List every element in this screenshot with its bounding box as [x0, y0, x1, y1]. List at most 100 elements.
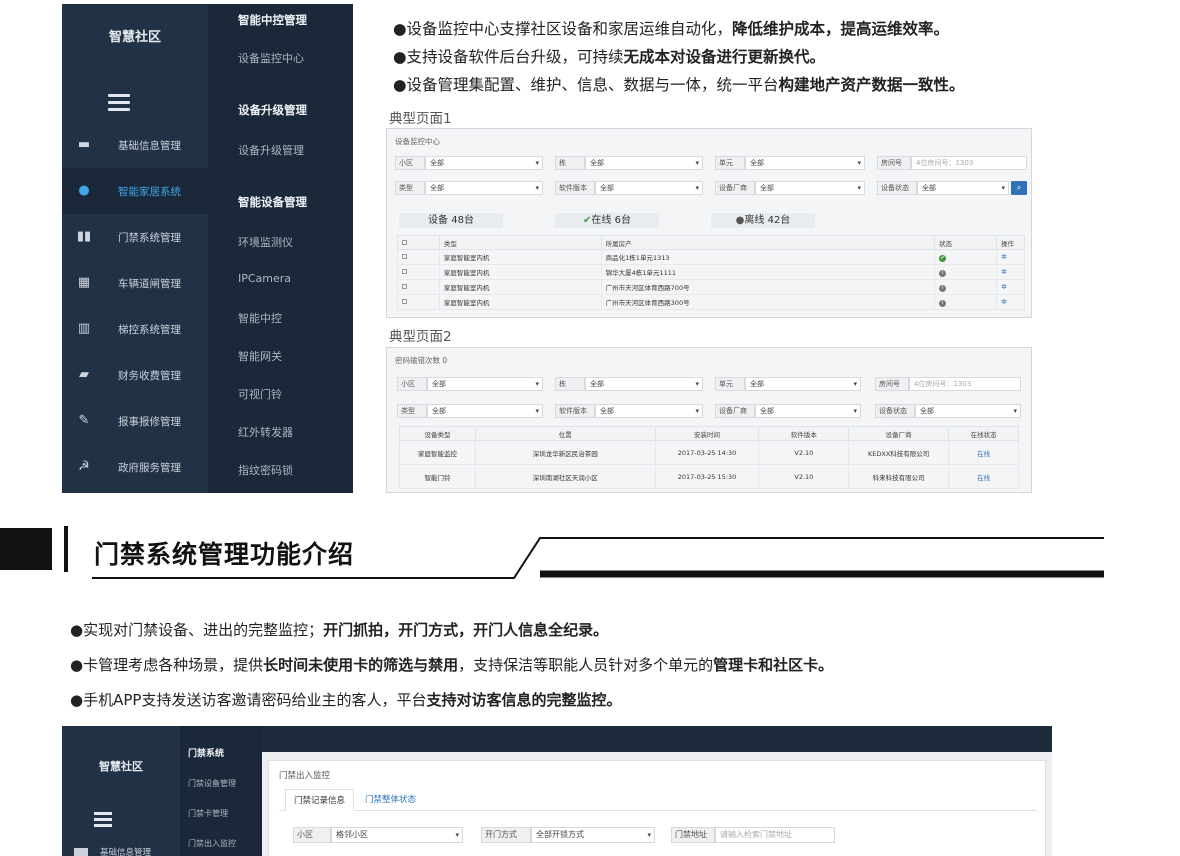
gear-icon[interactable]: ✲: [1001, 253, 1007, 261]
table-row: 家庭智能室内机 锦华大厦4栋1单元1111 i ✲: [397, 264, 1025, 280]
sidebar-item[interactable]: ▦ 车辆道闸管理: [62, 260, 208, 306]
sidebar-item-access-monitor[interactable]: 门禁出入监控: [188, 838, 236, 849]
sidebar-subitem[interactable]: 设备升级管理: [238, 142, 304, 158]
sidebar-section-title: 智能中控管理: [238, 13, 307, 27]
status-select[interactable]: 全部: [915, 404, 1021, 418]
vendor-select[interactable]: 全部: [755, 181, 865, 195]
building-select[interactable]: 全部: [585, 377, 703, 391]
cell-type: 家庭智能室内机: [438, 264, 602, 280]
software-version-select[interactable]: 全部: [595, 181, 703, 195]
sidebar-item-card-manage[interactable]: 门禁卡管理: [188, 808, 228, 819]
filter-label: 设备厂商: [715, 404, 755, 418]
table-row: 智能门铃 深圳南湖社区天润小区 2017-03-25 15:30 V2.10 科来科技有…: [399, 464, 1019, 489]
device-location-table: 设备类型 位置 安装时间 软件版本 设备厂商 在线状态 家庭智能监控 深圳龙华新区…: [399, 426, 1019, 489]
sidebar-subitem[interactable]: 红外转发器: [238, 424, 293, 440]
door-icon: ▮▮: [76, 229, 92, 244]
column-header: 位置: [474, 426, 656, 441]
brand-title: 智慧社区: [108, 30, 161, 45]
row-checkbox[interactable]: [402, 269, 407, 274]
sidebar-item-label: 政府服务管理: [118, 461, 181, 474]
software-version-select[interactable]: 全部: [595, 404, 703, 418]
row-checkbox[interactable]: [402, 284, 407, 289]
building-select[interactable]: 全部: [585, 156, 703, 170]
sidebar-item[interactable]: ▬ 基础信息管理: [62, 122, 208, 168]
community-select[interactable]: 全部: [427, 377, 543, 391]
cell-property: 广州市天河区体育西路700号: [600, 279, 936, 295]
cell-status: ✔: [934, 249, 997, 265]
table-cell: 家庭智能监控: [399, 440, 476, 465]
table-cell: 深圳龙华新区民治茶园: [474, 440, 656, 465]
select-all-checkbox[interactable]: [402, 239, 407, 245]
heading-divider: [92, 537, 1104, 579]
unit-select[interactable]: 全部: [745, 156, 865, 170]
filter-label: 房间号: [877, 156, 911, 170]
sidebar-subitem[interactable]: 智能中控: [238, 310, 282, 326]
page2-caption: 典型页面2: [389, 329, 452, 345]
door-address-input[interactable]: 请输入检索门禁地址: [715, 827, 835, 843]
column-header: 安装时间: [654, 426, 760, 441]
menu-icon[interactable]: [108, 94, 130, 112]
column-header: 状态: [934, 235, 997, 250]
column-header: 设备厂商: [848, 426, 950, 441]
column-header: 在线状态: [948, 426, 1019, 441]
page1-screenshot: 设备监控中心 小区 全部 栋 全部 单元 全部 房间号 4位房间号：1303 类…: [386, 128, 1032, 318]
row-checkbox[interactable]: [402, 299, 407, 304]
sidebar-section-title: 门禁系统: [188, 749, 225, 759]
type-select[interactable]: 全部: [425, 181, 543, 195]
column-header: 操作: [996, 235, 1025, 250]
tab-access-records[interactable]: 门禁记录信息: [285, 789, 355, 811]
filter-label: 栋: [555, 377, 585, 391]
gear-icon[interactable]: ✲: [1001, 298, 1007, 306]
column-header: 类型: [438, 235, 602, 250]
sidebar-item[interactable]: ▰ 财务收费管理: [62, 352, 208, 398]
online-status-icon: ✔: [939, 254, 947, 262]
vendor-select[interactable]: 全部: [755, 404, 861, 418]
table-cell[interactable]: 在线: [948, 464, 1019, 489]
access-control-screenshot: 智慧社区 基础信息管理 门禁系统 门禁设备管理 门禁卡管理 门禁出入监控 门禁出…: [62, 726, 1052, 856]
filter-label: 单元: [715, 377, 745, 391]
offline-devices-stat: ●离线 42台: [711, 213, 815, 228]
sidebar-subitem[interactable]: 智能网关: [238, 348, 282, 364]
sidebar-item-basic-info[interactable]: 基础信息管理: [74, 846, 151, 856]
wallet-icon: ▰: [79, 367, 89, 382]
search-icon[interactable]: ⌕: [1011, 181, 1027, 195]
menu-icon[interactable]: [94, 812, 112, 828]
room-number-input[interactable]: 4位房间号：1303: [909, 377, 1021, 391]
gear-icon[interactable]: ✲: [1001, 283, 1007, 291]
cell-type: 家庭智能室内机: [438, 279, 602, 295]
id-card-icon: [74, 848, 88, 856]
type-select[interactable]: 全部: [427, 404, 543, 418]
sidebar-subitem[interactable]: 指纹密码锁: [238, 462, 293, 478]
filter-label: 类型: [397, 404, 427, 418]
sidebar-subitem[interactable]: 可视门铃: [238, 386, 282, 402]
room-number-input[interactable]: 4位房间号：1303: [911, 156, 1027, 170]
table-cell: 深圳南湖社区天润小区: [474, 464, 656, 489]
filter-label: 设备状态: [877, 181, 917, 195]
sidebar-subitem[interactable]: 环境监测仪: [238, 234, 293, 250]
sidebar-item[interactable]: ▮▮ 门禁系统管理: [62, 214, 208, 260]
sidebar-subitem[interactable]: IPCamera: [238, 272, 291, 285]
table-cell: 智能门铃: [399, 464, 476, 489]
table-cell[interactable]: 在线: [948, 440, 1019, 465]
sidebar-item[interactable]: ● 智能家居系统: [62, 168, 208, 214]
sidebar-item-label: 智能家居系统: [118, 185, 181, 198]
community-select[interactable]: 全部: [425, 156, 543, 170]
unit-select[interactable]: 全部: [745, 377, 861, 391]
community-select[interactable]: 格邻小区: [331, 827, 463, 843]
page1-caption: 典型页面1: [389, 111, 452, 127]
sidebar-item-device-manage[interactable]: 门禁设备管理: [188, 778, 236, 789]
sidebar-subitem[interactable]: 设备监控中心: [238, 50, 304, 66]
sidebar-item[interactable]: ✎ 报事报修管理: [62, 398, 208, 444]
gear-icon[interactable]: ✲: [1001, 268, 1007, 276]
tab-overall-status[interactable]: 门禁整体状态: [357, 789, 424, 811]
primary-sidebar: [62, 726, 180, 856]
row-checkbox[interactable]: [402, 254, 407, 259]
cell-type: 家庭智能室内机: [438, 294, 602, 310]
sidebar-item[interactable]: ▥ 梯控系统管理: [62, 306, 208, 352]
page1-title: 设备监控中心: [395, 137, 440, 146]
filter-label: 开门方式: [481, 827, 531, 843]
open-method-select[interactable]: 全部开锁方式: [531, 827, 655, 843]
sidebar-item[interactable]: ☭ 政府服务管理: [62, 444, 208, 490]
sidebar-item-label: 基础信息管理: [118, 139, 181, 152]
status-select[interactable]: 全部: [917, 181, 1009, 195]
